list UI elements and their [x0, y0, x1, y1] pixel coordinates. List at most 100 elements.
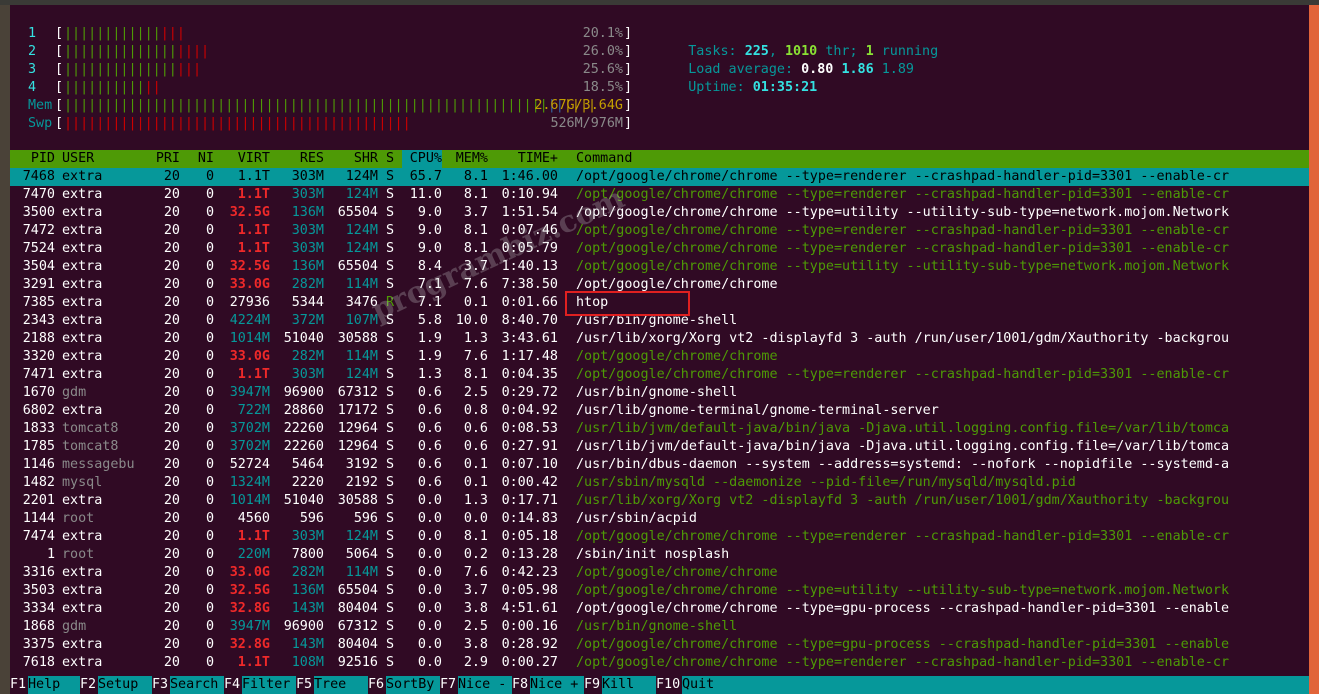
- col-cpu[interactable]: CPU%: [402, 150, 442, 168]
- process-pid: 3503: [22, 583, 55, 598]
- process-pri: 20: [163, 475, 180, 490]
- fkey-f6[interactable]: F6: [368, 676, 386, 694]
- uptime-value: 01:35:21: [752, 80, 818, 95]
- fkey-label-f3[interactable]: Search: [170, 676, 224, 694]
- process-shr: 80404: [337, 637, 378, 652]
- col-pri[interactable]: PRI: [140, 150, 180, 168]
- fkey-label-f7[interactable]: Nice -: [458, 676, 512, 694]
- process-mem: 10.0: [455, 313, 488, 328]
- process-virt: 3947M: [229, 619, 270, 634]
- process-command: /usr/bin/gnome-shell: [576, 385, 738, 400]
- process-s: S: [386, 637, 395, 652]
- process-shr: 67312: [337, 619, 378, 634]
- mem-meter: Mem[||||||||||||||||||||||||||||||||||||…: [28, 97, 632, 115]
- process-row[interactable]: 1146 messagebu 20 0 52724 5464 3192 S 0.6 0.1 0:07…: [10, 456, 1309, 474]
- process-shr: 124M: [345, 529, 378, 544]
- col-command[interactable]: Command: [576, 150, 632, 168]
- process-user: extra: [62, 601, 103, 616]
- col-shr[interactable]: SHR: [330, 150, 378, 168]
- process-pid: 2188: [22, 331, 55, 346]
- process-ni: 0: [205, 637, 214, 652]
- process-shr: 80404: [337, 601, 378, 616]
- process-row[interactable]: 1482 mysql 20 0 1324M 2220 2192 S 0.6 0.1 0:00.42 /…: [10, 474, 1309, 492]
- process-row[interactable]: 1670 gdm 20 0 3947M 96900 67312 S 0.6 2.5 0:29.72 /…: [10, 384, 1309, 402]
- fkey-label-f10[interactable]: Quit: [682, 676, 742, 694]
- process-time: 4:51.61: [501, 601, 558, 616]
- process-row[interactable]: 3500 extra 20 0 32.5G 136M 65504 S 9.0 3.7 1:51.54…: [10, 204, 1309, 222]
- fkey-f5[interactable]: F5: [296, 676, 314, 694]
- process-row[interactable]: 2201 extra 20 0 1014M 51040 30588 S 0.0 1.3 0:17.7…: [10, 492, 1309, 510]
- process-row[interactable]: 6802 extra 20 0 722M 28860 17172 S 0.6 0.8 0:04.92…: [10, 402, 1309, 420]
- process-cpu: 0.6: [417, 385, 442, 400]
- process-s: S: [386, 493, 395, 508]
- process-row[interactable]: 7524 extra 20 0 1.1T 303M 124M S 9.0 8.1 0:05.79/o…: [10, 240, 1309, 258]
- process-pid: 2343: [22, 313, 55, 328]
- process-pri: 20: [163, 637, 180, 652]
- cpu-meter-label: 2: [28, 44, 37, 59]
- fkey-label-f6[interactable]: SortBy: [386, 676, 440, 694]
- process-pid: 7470: [22, 187, 55, 202]
- col-virt[interactable]: VIRT: [220, 150, 270, 168]
- fkey-f7[interactable]: F7: [440, 676, 458, 694]
- process-pid: 6802: [22, 403, 55, 418]
- process-row[interactable]: 7472 extra 20 0 1.1T 303M 124M S 9.0 8.1 0:07.46/o…: [10, 222, 1309, 240]
- fkey-f2[interactable]: F2: [80, 676, 98, 694]
- fkey-f10[interactable]: F10: [656, 676, 682, 694]
- process-row[interactable]: 7468 extra 20 0 1.1T 303M 124M S 65.7 8.1 1:46.00 /…: [10, 168, 1309, 186]
- fkey-label-f9[interactable]: Kill: [602, 676, 656, 694]
- fkey-f3[interactable]: F3: [152, 676, 170, 694]
- process-row[interactable]: 7618 extra 20 0 1.1T 108M 92516 S 0.0 2.9 0:00.27 /…: [10, 654, 1309, 672]
- process-row[interactable]: 7470 extra 20 0 1.1T 303M 124M S 11.0 8.1 0:10.94 /…: [10, 186, 1309, 204]
- fkey-label-f4[interactable]: Filter: [242, 676, 296, 694]
- process-row[interactable]: 1833 tomcat8 20 0 3702M 22260 12964 S 0.6 0.6 0:08…: [10, 420, 1309, 438]
- fkey-label-f2[interactable]: Setup: [98, 676, 152, 694]
- process-shr: 114M: [345, 349, 378, 364]
- col-state[interactable]: S: [386, 150, 394, 168]
- fkey-label-f1[interactable]: Help: [28, 676, 80, 694]
- fkey-label-f8[interactable]: Nice +: [530, 676, 584, 694]
- process-row[interactable]: 1144 root 20 0 4560 596 596 S 0.0 0.0 0:14.83/usr/…: [10, 510, 1309, 528]
- col-ni[interactable]: NI: [188, 150, 214, 168]
- process-command: /usr/lib/xorg/Xorg vt2 -displayfd 3 -aut…: [576, 493, 1230, 508]
- process-row[interactable]: 3375 extra 20 0 32.8G 143M 80404 S 0.0 3.8 0:28.92…: [10, 636, 1309, 654]
- col-res[interactable]: RES: [276, 150, 324, 168]
- process-s: S: [386, 619, 395, 634]
- process-pri: 20: [163, 205, 180, 220]
- process-user: extra: [62, 349, 103, 364]
- fkey-f4[interactable]: F4: [224, 676, 242, 694]
- col-user[interactable]: USER: [62, 150, 94, 168]
- process-s: S: [386, 547, 395, 562]
- process-row[interactable]: 1868 gdm 20 0 3947M 96900 67312 S 0.0 2.5 0:00.16 /…: [10, 618, 1309, 636]
- process-row[interactable]: 1 root 20 0 220M 7800 5064 S 0.0 0.2 0:13.28/sbin/…: [10, 546, 1309, 564]
- process-row[interactable]: 3320 extra 20 0 33.0G 282M 114M S 1.9 7.6 1:17.48 /…: [10, 348, 1309, 366]
- process-time: 0:05.18: [501, 529, 558, 544]
- terminal-window[interactable]: 1[||||||||||||||| 20.1%] 2[|||||||||||||||…: [10, 5, 1309, 694]
- col-time[interactable]: TIME+: [496, 150, 558, 168]
- process-time: 0:04.35: [501, 367, 558, 382]
- process-time: 3:43.61: [501, 331, 558, 346]
- process-mem: 2.5: [463, 385, 488, 400]
- cpu-meter-2: 2[|||||||||||||||||| 26.0%]: [28, 43, 632, 61]
- process-command: /opt/google/chrome/chrome --type=rendere…: [576, 241, 1230, 256]
- process-user: extra: [62, 295, 103, 310]
- fkey-label-f5[interactable]: Tree: [314, 676, 368, 694]
- process-row[interactable]: 3504 extra 20 0 32.5G 136M 65504 S 8.4 3.7 1:40.13…: [10, 258, 1309, 276]
- process-row[interactable]: 1785 tomcat8 20 0 3702M 22260 12964 S 0.6 0.6 0:27…: [10, 438, 1309, 456]
- col-pid[interactable]: PID: [10, 150, 55, 168]
- process-res: 303M: [291, 187, 324, 202]
- process-mem: 0.1: [463, 457, 488, 472]
- process-row[interactable]: 7474 extra 20 0 1.1T 303M 124M S 0.0 8.1 0:05.18/o…: [10, 528, 1309, 546]
- process-cpu: 0.6: [417, 439, 442, 454]
- process-row[interactable]: 3316 extra 20 0 33.0G 282M 114M S 0.0 7.6 0:42.23 /…: [10, 564, 1309, 582]
- process-row[interactable]: 2188 extra 20 0 1014M 51040 30588 S 1.9 1.3 3:43.6…: [10, 330, 1309, 348]
- fkey-f9[interactable]: F9: [584, 676, 602, 694]
- process-row[interactable]: 3503 extra 20 0 32.5G 136M 65504 S 0.0 3.7 0:05.98…: [10, 582, 1309, 600]
- fkey-f8[interactable]: F8: [512, 676, 530, 694]
- fkey-f1[interactable]: F1: [10, 676, 28, 694]
- process-row[interactable]: 7471 extra 20 0 1.1T 303M 124M S 1.3 8.1 0:04.35/o…: [10, 366, 1309, 384]
- process-row[interactable]: 3334 extra 20 0 32.8G 143M 80404 S 0.0 3.8 4:51.61…: [10, 600, 1309, 618]
- col-mem[interactable]: MEM%: [448, 150, 488, 168]
- process-user: extra: [62, 313, 103, 328]
- process-shr: 107M: [345, 313, 378, 328]
- cpu-meter-bars: |||||||||||||||: [64, 25, 185, 43]
